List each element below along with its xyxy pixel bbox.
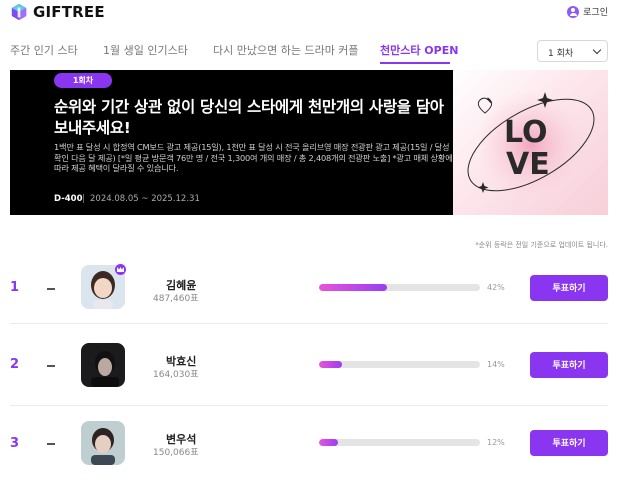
vote-percent: 12%	[487, 438, 505, 447]
row-divider	[10, 405, 608, 406]
vote-percent: 14%	[487, 360, 505, 369]
vote-progress-fill	[319, 439, 339, 446]
row-divider	[10, 323, 608, 324]
vote-progress-bar	[319, 361, 480, 368]
divider	[83, 194, 84, 203]
event-period: 2024.08.05 ~ 2025.12.31	[90, 194, 200, 204]
vote-button[interactable]: 투표하기	[530, 352, 608, 378]
rank-number: 1	[10, 280, 20, 295]
vote-percent: 42%	[487, 283, 505, 292]
vote-count: 164,030표	[153, 370, 199, 380]
vote-progress-fill	[319, 361, 342, 368]
ranking-row: 2 박효신 164,030표 14% 투표하기	[0, 329, 640, 401]
tab-birthday-star[interactable]: 1월 생일 인기스타	[103, 42, 188, 58]
top-header: GIFTREE 로그인	[0, 0, 640, 26]
user-icon	[567, 5, 580, 18]
love-art-icon: LO VE	[467, 90, 595, 200]
vote-button[interactable]: 투표하기	[530, 430, 608, 456]
tab-drama-couple[interactable]: 다시 만났으면 하는 드라마 커플	[213, 42, 359, 58]
avatar	[81, 421, 125, 465]
login-label: 로그인	[583, 8, 608, 18]
login-button[interactable]: 로그인	[567, 5, 608, 18]
vote-button[interactable]: 투표하기	[530, 275, 608, 301]
chevron-down-icon	[592, 45, 602, 55]
logo-text: GIFTREE	[33, 3, 105, 21]
tab-ten-million-star[interactable]: 천만스타 OPEN	[380, 42, 458, 58]
love-illustration: LO VE	[453, 70, 608, 215]
love-art-text-1: LO	[504, 115, 548, 150]
ranking-row: 3 변우석 150,066표 12% 투표하기	[0, 410, 640, 482]
star-photo	[81, 343, 125, 387]
vote-progress-fill	[319, 284, 387, 291]
round-select[interactable]: 1 회차	[537, 40, 608, 62]
rank-change-icon	[47, 443, 55, 445]
ranking-row: 1 김혜윤 487,460표 42% 투표하기	[0, 251, 640, 323]
rank-number: 3	[10, 436, 20, 451]
avatar	[81, 343, 125, 387]
dday-label: D-400	[54, 194, 83, 204]
banner-description: 1백만 표 달성 시 합정역 CM보드 광고 제공(15일), 1천만 표 달성…	[54, 142, 453, 173]
tab-weekly-star[interactable]: 주간 인기 스타	[10, 42, 78, 58]
event-banner: 1회차 순위와 기간 상관 없이 당신의 스타에게 천만개의 사랑을 담아 보내…	[10, 70, 608, 215]
rank-number: 2	[10, 357, 20, 372]
round-select-value: 1 회차	[548, 49, 574, 59]
vote-count: 487,460표	[153, 294, 199, 304]
vote-progress-bar	[319, 439, 480, 446]
giftree-logo-icon	[11, 3, 27, 21]
banner-title: 순위와 기간 상관 없이 당신의 스타에게 천만개의 사랑을 담아 보내주세요!	[54, 98, 444, 137]
star-photo	[81, 421, 125, 465]
crown-icon	[115, 264, 126, 275]
round-badge: 1회차	[54, 73, 112, 88]
love-art-text-2: VE	[506, 147, 550, 182]
giftree-logo[interactable]: GIFTREE	[10, 3, 105, 21]
rank-change-icon	[47, 288, 55, 290]
ranking-notice: *순위 등락은 전일 기준으로 업데이트 됩니다.	[475, 241, 608, 249]
active-tab-indicator	[380, 62, 450, 64]
vote-progress-bar	[319, 284, 480, 291]
vote-count: 150,066표	[153, 448, 199, 458]
rank-change-icon	[47, 365, 55, 367]
